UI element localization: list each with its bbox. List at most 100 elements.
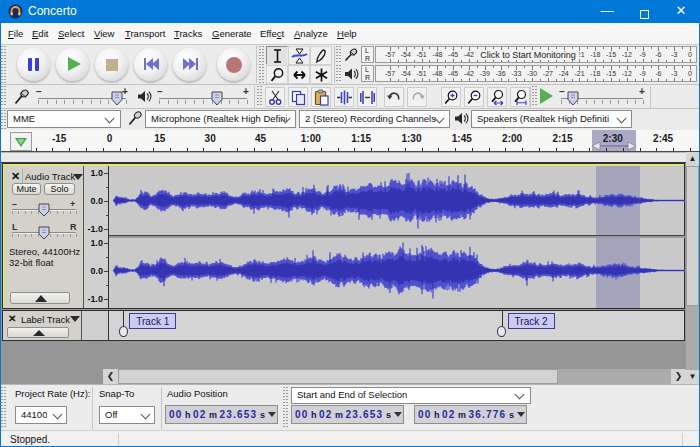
snap-to-dropdown[interactable]: Off [99,406,155,424]
audio-position-field[interactable]: 00 h 02 m 23.653 s [165,405,278,424]
envelope-tool-button[interactable] [288,46,310,65]
playback-volume-slider[interactable]: –+ [155,86,251,108]
audio-position-digits[interactable]: 02 [193,409,207,420]
transcription-toolbar-grip[interactable] [532,86,537,107]
selection-start-digits[interactable]: 00 [295,409,309,420]
menu-edit[interactable]: Edit [32,28,48,39]
menu-transport[interactable]: Transport [125,28,165,39]
zoom-tool-button[interactable] [266,65,288,84]
label-text[interactable]: Track 2 [508,313,555,329]
scroll-down-button[interactable]: ▼ [686,370,699,384]
recording-meter-grip[interactable] [336,46,341,63]
skip-to-start-button[interactable] [134,48,167,81]
label-marker-handle[interactable] [119,326,128,337]
play-at-speed-button[interactable] [538,87,556,106]
close-button[interactable]: ✕ [666,0,696,22]
menu-generate[interactable]: Generate [212,28,252,39]
timeline-selection-arrows[interactable] [592,141,636,151]
zoom-in-button[interactable] [441,87,461,107]
copy-button[interactable] [288,87,308,107]
selection-start-field[interactable]: 00 h 02 m 23.653 s [291,405,404,424]
gain-slider[interactable]: –+ [10,199,78,219]
fit-selection-button[interactable] [487,87,507,107]
pan-slider-thumb[interactable] [38,226,50,240]
close-track-button[interactable]: ✕ [11,170,20,183]
label-track-title-menu[interactable]: Label Track [19,312,80,325]
draw-tool-button[interactable] [310,46,332,65]
stop-button[interactable] [95,48,128,81]
selection-tool-button[interactable] [266,46,288,65]
label-marker-handle[interactable] [497,326,506,337]
fit-project-button[interactable] [510,87,530,107]
zoom-out-button[interactable] [464,87,484,107]
audio-position-spinner[interactable] [268,412,276,417]
tools-toolbar-grip[interactable] [259,46,264,83]
pan-slider[interactable]: LR [10,222,78,242]
paste-button[interactable] [311,87,331,107]
playback-meter[interactable]: -57-54-51-48-45-42-39-36-33-30-27-24-21-… [375,65,697,82]
recording-device-dropdown[interactable]: Microphone (Realtek High Defini [145,110,296,128]
recording-meter[interactable]: -57-54-51-48-45-42-39-36-33-30-27-24-21-… [375,46,697,63]
play-button[interactable] [56,48,89,81]
selection-section-grip[interactable] [283,387,288,429]
menu-select[interactable]: Select [58,28,84,39]
device-toolbar-grip[interactable] [1,110,6,129]
horizontal-scrollbar[interactable]: ❮ ❯ [103,369,686,384]
playback-device-dropdown[interactable]: Speakers (Realtek High Definiti [471,110,632,128]
scroll-right-button[interactable]: ❯ [671,369,686,384]
close-label-track-button[interactable]: ✕ [8,313,16,324]
mute-button[interactable]: Mute [12,183,41,195]
timeline-options-button[interactable] [10,132,32,151]
vertical-scroll-thumb[interactable] [686,166,699,306]
selection-end-spinner[interactable] [517,412,525,417]
menu-effect[interactable]: Effect [260,28,284,39]
timeline-ruler[interactable]: -1501530451:001:151:301:452:002:152:302:… [0,130,700,152]
collapse-track-button[interactable] [10,292,70,304]
scrub-bar[interactable] [0,152,686,163]
edit-toolbar-grip[interactable] [257,86,262,107]
collapse-label-track-button[interactable] [7,327,69,338]
vertical-scrollbar[interactable]: ▲ ▼ [686,152,699,384]
audio-host-dropdown[interactable]: MME [7,110,121,128]
recording-channels-dropdown[interactable]: 2 (Stereo) Recording Channels [299,110,450,128]
slider-thumb[interactable] [211,91,223,106]
mixer-toolbar-grip[interactable] [1,86,6,107]
trim-audio-button[interactable] [334,87,354,107]
audio-position-digits[interactable]: 00 [169,409,183,420]
selection-end-field[interactable]: 00 h 02 m 36.776 s [414,405,527,424]
selection-end-digits[interactable]: 02 [442,409,456,420]
silence-audio-button[interactable] [357,87,377,107]
selection-end-digits[interactable]: 36.776 [469,409,507,420]
slider-thumb[interactable] [567,91,579,106]
skip-to-end-button[interactable] [173,48,206,81]
recording-volume-slider[interactable]: –+ [34,86,130,108]
menu-tracks[interactable]: Tracks [174,28,202,39]
vertical-ruler[interactable]: 1.00.0-1.01.00.0-1.0 [83,166,108,308]
selection-start-digits[interactable]: 02 [319,409,333,420]
track-title-menu[interactable]: Audio Track [22,169,83,183]
label-track-content[interactable]: Track 1 Track 2 [108,311,684,340]
play-speed-slider[interactable]: –+ [557,86,647,108]
pause-button[interactable] [17,48,50,81]
menu-help[interactable]: Help [337,28,357,39]
menu-file[interactable]: File [8,28,23,39]
waveform-area[interactable] [108,166,684,308]
record-button[interactable] [217,48,250,81]
scroll-left-button[interactable]: ❮ [103,369,118,384]
undo-button[interactable] [384,87,404,107]
solo-button[interactable]: Solo [44,183,75,195]
selection-toolbar-grip[interactable] [1,387,6,429]
selection-end-digits[interactable]: 00 [418,409,432,420]
selection-start-digits[interactable]: 23.653 [346,409,384,420]
horizontal-scroll-thumb[interactable] [118,369,558,384]
timeshift-tool-button[interactable] [288,65,310,84]
playback-meter-grip[interactable] [336,65,341,82]
redo-button[interactable] [407,87,427,107]
label-text[interactable]: Track 1 [129,313,176,329]
gain-slider-thumb[interactable] [38,203,50,217]
scroll-up-button[interactable]: ▲ [686,152,699,166]
menu-analyze[interactable]: Analyze [294,28,328,39]
cut-button[interactable] [265,87,285,107]
selection-start-spinner[interactable] [394,412,402,417]
menu-view[interactable]: View [94,28,114,39]
